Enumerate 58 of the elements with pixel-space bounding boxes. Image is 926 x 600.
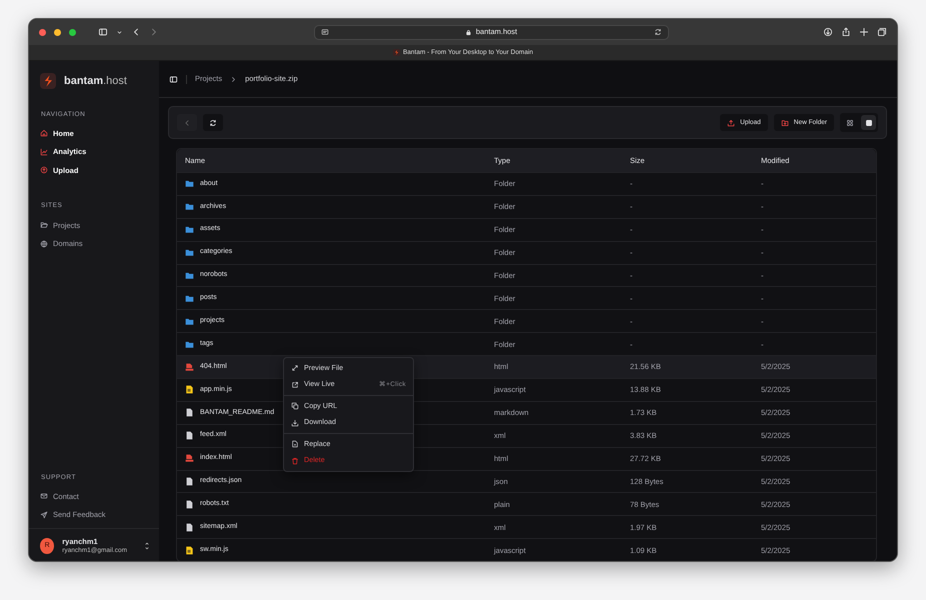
refresh-icon: [209, 118, 217, 126]
mail-icon: [40, 492, 48, 500]
reader-icon: [320, 28, 328, 36]
home-icon: [40, 129, 48, 138]
close-window-button[interactable]: [39, 28, 46, 36]
folder-icon: [185, 179, 194, 188]
upload-icon: [727, 118, 736, 126]
chart-icon: [40, 148, 48, 156]
brand-name: bantam.host: [64, 74, 127, 89]
folder-icon: [185, 294, 194, 303]
bantam-logo: [40, 73, 56, 90]
caret-icon[interactable]: [116, 28, 123, 36]
copy-icon: [291, 402, 299, 410]
lock-icon: [464, 28, 472, 36]
globe-icon: [40, 240, 48, 248]
chevron-right-icon: [230, 76, 238, 82]
back-icon[interactable]: [131, 27, 141, 37]
downloads-icon[interactable]: [823, 27, 833, 37]
file-icon: [185, 431, 194, 440]
file-icon: [185, 522, 194, 532]
download-icon: [291, 418, 299, 427]
share-icon[interactable]: [841, 27, 851, 37]
minimize-window-button[interactable]: [54, 28, 61, 36]
js-file-icon: [185, 546, 194, 555]
new-tab-icon[interactable]: [859, 27, 869, 37]
file-icon: [185, 408, 194, 418]
back-icon: [183, 118, 191, 126]
folder-icon: [185, 316, 194, 326]
list-view-button[interactable]: [861, 115, 876, 130]
folder-icon: [185, 202, 194, 212]
send-icon: [40, 510, 48, 519]
forward-icon[interactable]: [149, 27, 159, 37]
html-file-icon: [185, 454, 194, 464]
tab-overview-icon[interactable]: [877, 27, 887, 37]
folder-open-icon: [40, 221, 48, 230]
sidebar-toggle-icon[interactable]: [98, 27, 108, 37]
reload-icon[interactable]: [654, 28, 662, 36]
list-view-icon: [864, 118, 872, 126]
favicon: [392, 49, 400, 56]
trash-icon: [291, 456, 299, 465]
file-icon: [185, 477, 194, 486]
file-icon: [291, 440, 299, 448]
chevron-updown-icon[interactable]: [143, 542, 151, 550]
html-file-icon: [185, 362, 194, 372]
grid-view-icon: [846, 118, 854, 126]
sidebar-toggle-icon[interactable]: [169, 74, 178, 84]
folder-icon: [185, 225, 194, 234]
folder-icon: [185, 271, 194, 280]
upload-circle-icon: [40, 166, 48, 174]
folder-icon: [185, 340, 194, 349]
expand-icon: [291, 364, 299, 372]
external-icon: [291, 380, 299, 389]
js-file-icon: [185, 385, 194, 394]
refresh-button[interactable]: [203, 114, 223, 131]
file-icon: [185, 500, 194, 509]
maximize-window-button[interactable]: [69, 28, 76, 36]
folder-icon: [185, 248, 194, 258]
folder-plus-icon: [780, 118, 789, 126]
